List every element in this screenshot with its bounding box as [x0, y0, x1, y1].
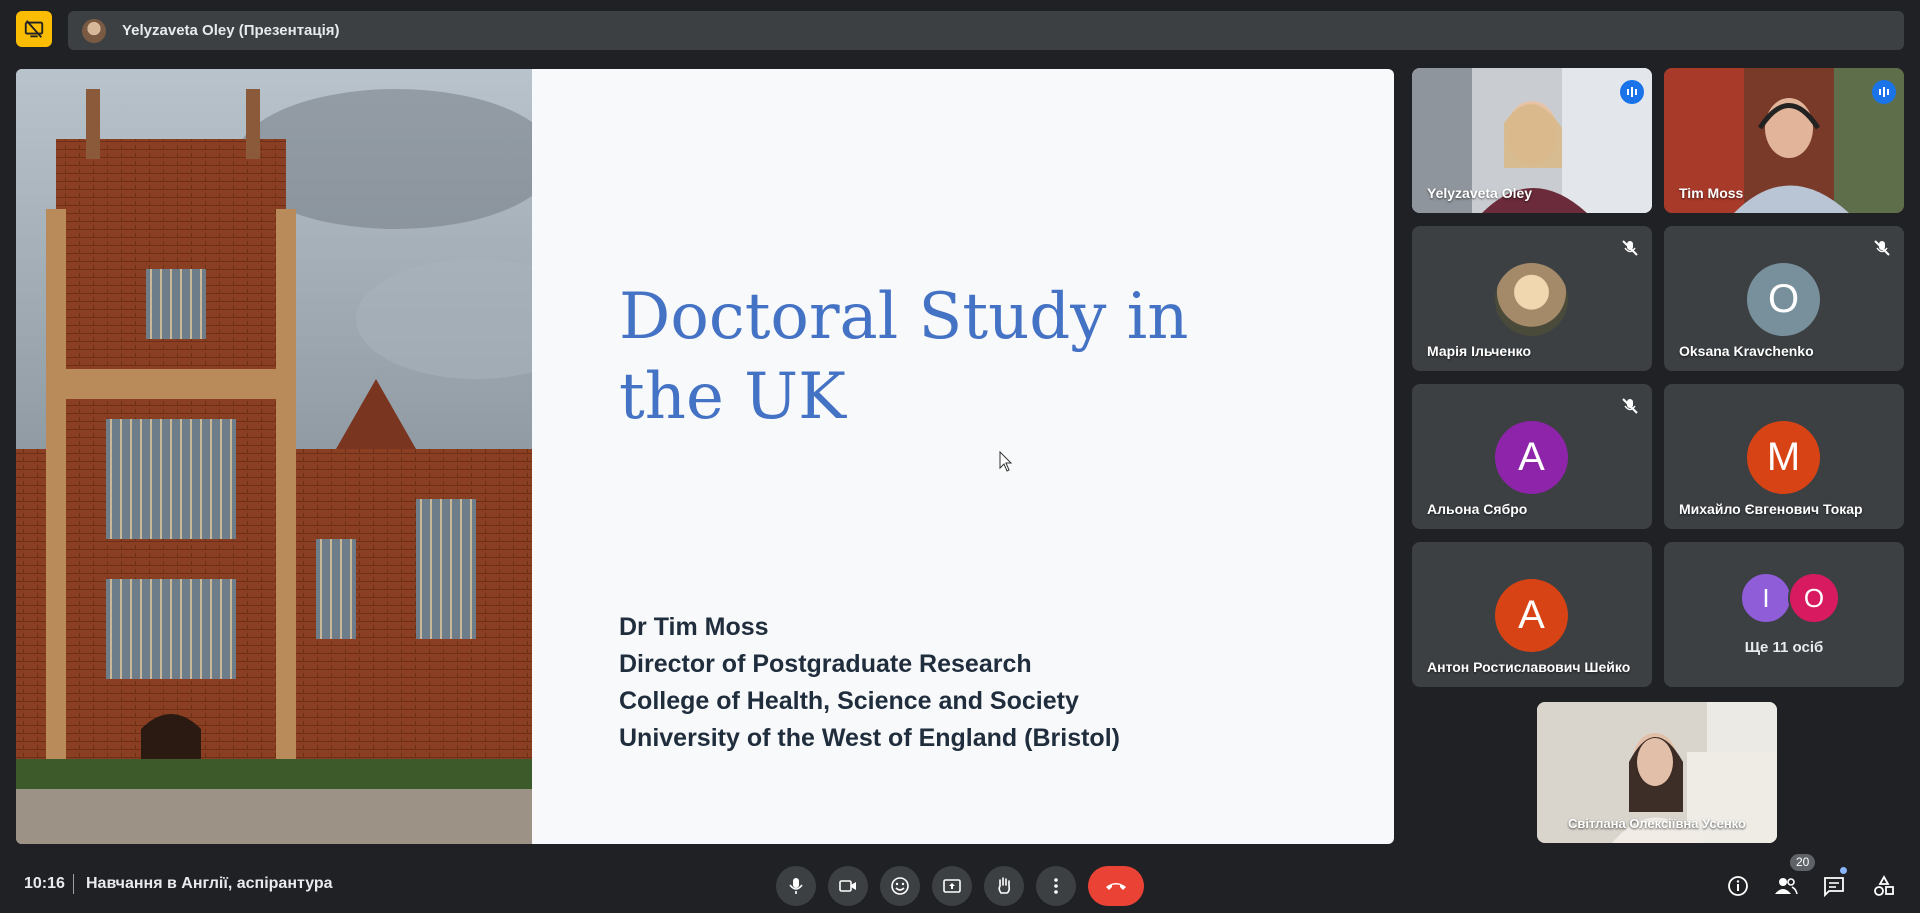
end-call-button[interactable] — [1088, 866, 1144, 906]
present-screen-button[interactable] — [932, 866, 972, 906]
more-options-icon — [1054, 878, 1058, 894]
presentation-banner[interactable]: Yelyzaveta Oley (Презентація) — [68, 11, 1904, 50]
activities-icon — [1874, 875, 1894, 896]
chat-unread-dot — [1840, 867, 1847, 874]
info-icon — [1728, 876, 1748, 896]
participant-tile-yelyzaveta[interactable]: Yelyzaveta Oley — [1412, 68, 1652, 213]
participant-initial-avatar: O — [1788, 572, 1840, 624]
more-participants-label: Ще 11 осіб — [1744, 639, 1824, 656]
slide-author-block: Dr Tim Moss Director of Postgraduate Res… — [619, 609, 1120, 757]
participant-initial-avatar: A — [1495, 579, 1568, 652]
participant-tile-tim-moss[interactable]: Tim Moss — [1664, 68, 1904, 213]
mic-off-icon — [1622, 240, 1638, 256]
presentation-status-button[interactable] — [16, 11, 52, 47]
slide-author-role: Director of Postgraduate Research — [619, 650, 1032, 678]
meeting-info-button[interactable] — [1720, 868, 1756, 904]
participant-name: Альона Сябро — [1427, 501, 1528, 517]
participant-name: Tim Moss — [1679, 185, 1744, 201]
participant-name: Марія Ільченко — [1427, 343, 1532, 359]
participant-initial-avatar: I — [1740, 572, 1792, 624]
reactions-button[interactable] — [880, 866, 920, 906]
participant-tile-mykhailo[interactable]: M Михайло Євгенович Токар — [1664, 384, 1904, 529]
presenter-avatar — [82, 18, 106, 43]
present-off-icon — [24, 20, 44, 38]
present-screen-icon — [943, 879, 961, 893]
mic-icon — [789, 878, 803, 894]
participant-name: Михайло Євгенович Токар — [1679, 501, 1863, 517]
speaking-indicator-icon — [1620, 80, 1644, 104]
speaking-indicator-icon — [1872, 80, 1896, 104]
chat-button[interactable] — [1816, 868, 1852, 904]
participant-initial-avatar: M — [1747, 421, 1820, 494]
raise-hand-button[interactable] — [984, 866, 1024, 906]
mouse-cursor-icon — [999, 451, 1013, 472]
chat-icon — [1824, 877, 1844, 897]
participant-tile-anton[interactable]: A Антон Ростиславович Шейко — [1412, 542, 1652, 687]
slide-building-photo — [16, 69, 532, 844]
participant-initial-avatar: A — [1495, 421, 1568, 494]
participant-initial-avatar: O — [1747, 263, 1820, 336]
camera-button[interactable] — [828, 866, 868, 906]
emoji-icon — [891, 877, 909, 895]
raise-hand-icon — [998, 877, 1011, 894]
participant-name: Yelyzaveta Oley — [1427, 185, 1533, 201]
more-participants-tile[interactable]: I O Ще 11 осіб — [1664, 542, 1904, 687]
self-view-name: Світлана Олексіївна Усенко — [1567, 816, 1746, 831]
people-button[interactable] — [1768, 868, 1804, 904]
mic-off-icon — [1622, 398, 1638, 414]
end-call-icon — [1106, 883, 1126, 890]
more-options-button[interactable] — [1036, 866, 1076, 906]
slide-author-name: Dr Tim Moss — [619, 613, 769, 641]
more-participants-avatars: I O — [1740, 572, 1840, 624]
meeting-clock: 10:16 — [24, 875, 65, 892]
participant-tile-mariia[interactable]: Марія Ільченко — [1412, 226, 1652, 371]
meeting-title: Навчання в Англії, аспірантура — [86, 875, 333, 892]
mic-button[interactable] — [776, 866, 816, 906]
presenter-label: Yelyzaveta Oley (Презентація) — [122, 22, 340, 39]
slide-author-university: University of the West of England (Brist… — [619, 724, 1120, 752]
participant-tile-alona[interactable]: A Альона Сябро — [1412, 384, 1652, 529]
self-view-tile[interactable]: Світлана Олексіївна Усенко — [1537, 702, 1777, 843]
slide-author-college: College of Health, Science and Society — [619, 687, 1079, 715]
participant-name: Oksana Kravchenko — [1679, 343, 1814, 359]
participant-photo-avatar — [1495, 263, 1568, 336]
participant-tile-oksana[interactable]: O Oksana Kravchenko — [1664, 226, 1904, 371]
divider — [73, 874, 74, 894]
activities-button[interactable] — [1866, 868, 1902, 904]
slide-title: Doctoral Study in the UK — [619, 280, 1189, 434]
mic-off-icon — [1874, 240, 1890, 256]
camera-icon — [839, 880, 856, 892]
people-icon — [1775, 878, 1798, 895]
participant-name: Антон Ростиславович Шейко — [1427, 659, 1631, 675]
presentation-slide: Doctoral Study in the UK Dr Tim Moss Dir… — [16, 69, 1394, 844]
